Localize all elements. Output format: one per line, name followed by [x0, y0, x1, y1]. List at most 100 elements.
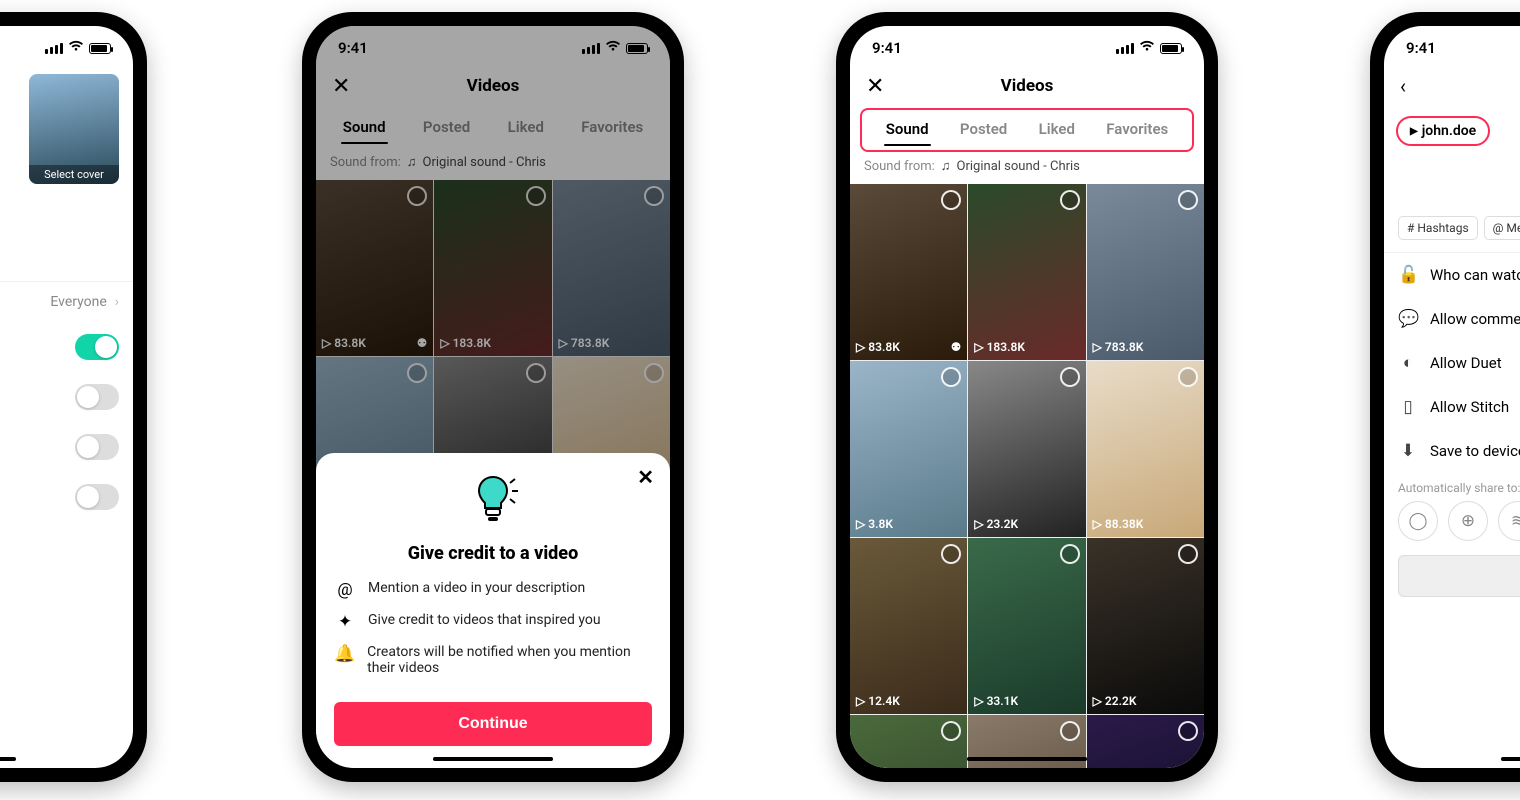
- play-icon: ▷: [1093, 694, 1102, 708]
- dual-icon: ⚉: [951, 340, 962, 354]
- chip-mentions[interactable]: @ Ment: [1484, 216, 1520, 240]
- select-circle[interactable]: [941, 721, 961, 741]
- home-indicator: [0, 757, 16, 761]
- select-circle[interactable]: [1178, 190, 1198, 210]
- toggle-row-3[interactable]: [0, 422, 133, 472]
- video-cell[interactable]: [850, 715, 967, 768]
- sound-from-label: Sound from:: [864, 159, 935, 174]
- comment-icon: 💬: [1398, 309, 1418, 329]
- select-cover-button[interactable]: Select cover: [29, 74, 119, 184]
- toggle-on[interactable]: [75, 334, 119, 360]
- play-icon: ▷: [974, 694, 983, 708]
- lightbulb-icon: [465, 473, 521, 533]
- close-icon[interactable]: ✕: [866, 74, 884, 99]
- play-icon: ▷: [1093, 517, 1102, 531]
- privacy-row[interactable]: Everyone ›: [0, 281, 133, 322]
- phone-videos-modal: 9:41 ✕ Videos Sound Posted Liked Favorit…: [302, 12, 684, 782]
- select-circle[interactable]: [1178, 721, 1198, 741]
- header: ✕ Videos: [850, 64, 1204, 108]
- sheet-close-icon[interactable]: ✕: [637, 465, 654, 489]
- phone-post-settings: 9:41 ‹ ▶ john.doe # Hashtags @ Ment 🔓Who…: [1370, 12, 1520, 782]
- home-indicator: [433, 757, 553, 761]
- toggle-off[interactable]: [75, 384, 119, 410]
- video-cell[interactable]: ▷12.4K: [850, 538, 967, 714]
- phone-videos-tabs-highlighted: 9:41 ✕ Videos Sound Posted Liked Favorit…: [836, 12, 1218, 782]
- select-circle[interactable]: [1060, 190, 1080, 210]
- video-cell[interactable]: [1087, 715, 1204, 768]
- share-other-icon[interactable]: ≋: [1498, 501, 1520, 541]
- tabs-highlighted: Sound Posted Liked Favorites: [860, 108, 1194, 152]
- tab-favorites[interactable]: Favorites: [1100, 110, 1174, 150]
- status-bar: 9:41: [1384, 26, 1520, 64]
- back-icon[interactable]: ‹: [1400, 74, 1406, 98]
- home-indicator: [1501, 757, 1520, 761]
- select-circle[interactable]: [941, 367, 961, 387]
- video-cell[interactable]: ▷3.8K: [850, 361, 967, 537]
- select-circle[interactable]: [941, 544, 961, 564]
- signal-icon: [45, 43, 63, 54]
- wifi-icon: [1139, 40, 1155, 56]
- play-icon: ▷: [856, 694, 865, 708]
- battery-icon: [1160, 43, 1182, 54]
- header: ‹: [1384, 64, 1520, 108]
- bell-icon: 🔔: [334, 644, 355, 664]
- video-grid: ▷83.8K⚉ ▷183.8K ▷783.8K ▷3.8K ▷23.2K ▷88…: [850, 184, 1204, 768]
- tab-liked[interactable]: Liked: [1033, 110, 1081, 150]
- toggle-row-1[interactable]: [0, 322, 133, 372]
- share-instagram-icon[interactable]: ◯: [1398, 501, 1438, 541]
- share-stories-icon[interactable]: ⊕: [1448, 501, 1488, 541]
- select-circle[interactable]: [1178, 367, 1198, 387]
- video-cell[interactable]: ▷22.2K: [1087, 538, 1204, 714]
- opt-stitch[interactable]: ▯Allow Stitch: [1384, 385, 1520, 429]
- opt-duet[interactable]: ◐Allow Duet: [1384, 341, 1520, 385]
- play-icon: ▷: [1093, 340, 1102, 354]
- drafts-button[interactable]: ▭ Drafts: [1398, 555, 1520, 597]
- video-cell[interactable]: ▷783.8K: [1087, 184, 1204, 360]
- play-icon: ▷: [974, 340, 983, 354]
- duet-icon: ◐: [1398, 353, 1418, 373]
- signal-icon: [1116, 43, 1134, 54]
- wifi-icon: [68, 40, 84, 56]
- opt-save[interactable]: ⬇Save to device: [1384, 429, 1520, 473]
- opt-privacy[interactable]: 🔓Who can watch t: [1384, 253, 1520, 297]
- opt-comments[interactable]: 💬Allow comments: [1384, 297, 1520, 341]
- select-circle[interactable]: [1060, 721, 1080, 741]
- play-icon: ▷: [856, 340, 865, 354]
- play-icon: ▷: [856, 517, 865, 531]
- video-cell[interactable]: ▷183.8K: [968, 184, 1085, 360]
- select-circle[interactable]: [1060, 544, 1080, 564]
- select-circle[interactable]: [941, 190, 961, 210]
- toggle-off[interactable]: [75, 484, 119, 510]
- select-circle[interactable]: [1178, 544, 1198, 564]
- mention-pill-highlighted[interactable]: ▶ john.doe: [1396, 116, 1490, 146]
- toggle-row-2[interactable]: [0, 372, 133, 422]
- video-cell[interactable]: ▷83.8K⚉: [850, 184, 967, 360]
- mention-username: john.doe: [1422, 123, 1476, 139]
- status-time: 9:41: [872, 39, 902, 57]
- video-cell[interactable]: ▷88.38K: [1087, 361, 1204, 537]
- toggle-row-4[interactable]: [0, 472, 133, 522]
- battery-icon: [89, 43, 111, 54]
- tab-posted[interactable]: Posted: [954, 110, 1013, 150]
- privacy-value: Everyone: [50, 294, 106, 310]
- share-label: Automatically share to:: [1384, 473, 1520, 501]
- chip-hashtags[interactable]: # Hashtags: [1398, 216, 1478, 240]
- play-triangle-icon: ▶: [1410, 126, 1418, 137]
- sheet-bullet: @ Mention a video in your description: [334, 580, 652, 600]
- video-cell[interactable]: ▷23.2K: [968, 361, 1085, 537]
- lock-icon: 🔓: [1398, 265, 1418, 285]
- lightbulb-small-icon: ✦: [334, 612, 356, 632]
- download-icon: ⬇: [1398, 441, 1418, 461]
- home-indicator: [967, 757, 1087, 761]
- select-cover-label: Select cover: [29, 165, 119, 184]
- select-circle[interactable]: [1060, 367, 1080, 387]
- sheet-title: Give credit to a video: [334, 543, 652, 564]
- status-bar: [0, 26, 133, 64]
- toggle-off[interactable]: [75, 434, 119, 460]
- status-bar: 9:41: [850, 26, 1204, 64]
- video-cell[interactable]: ▷33.1K: [968, 538, 1085, 714]
- stitch-icon: ▯: [1398, 397, 1418, 417]
- music-note-icon: ♫: [941, 158, 951, 174]
- tab-sound[interactable]: Sound: [880, 110, 935, 150]
- continue-button[interactable]: Continue: [334, 702, 652, 746]
